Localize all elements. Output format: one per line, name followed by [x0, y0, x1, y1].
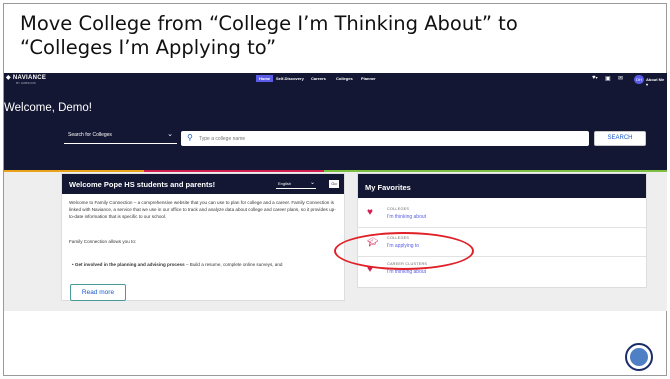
color-strip-pink	[144, 170, 324, 172]
search-icon: ⚲	[187, 133, 193, 142]
favorite-category: COLLEGES	[387, 207, 410, 211]
nav-colleges[interactable]: Colleges	[336, 76, 353, 81]
favorites-card: My Favorites ♥ COLLEGES I'm thinking abo…	[357, 173, 647, 288]
welcome-card-header: Welcome Pope HS students and parents! En…	[62, 174, 344, 194]
chevron-down-icon: ⌄	[309, 180, 315, 186]
welcome-card-title: Welcome Pope HS students and parents!	[69, 180, 216, 189]
slide-nav-button[interactable]	[625, 343, 653, 371]
favorite-status-link[interactable]: I'm thinking about	[387, 214, 426, 220]
favorite-colleges-thinking[interactable]: ♥ COLLEGES I'm thinking about	[358, 200, 646, 228]
slide-title-line-1: Move College from “College I’m Thinking …	[20, 12, 518, 35]
slide-title-line-2: “Colleges I’m Applying to”	[20, 36, 277, 59]
chevron-down-icon: ⌄	[167, 131, 173, 138]
avatar[interactable]: DH	[634, 75, 644, 84]
language-select[interactable]: English ⌄	[276, 180, 316, 189]
slide: Move College from “College I’m Thinking …	[0, 0, 670, 379]
search-input[interactable]	[199, 133, 499, 144]
naviance-screenshot: ◆ NAVIANCE BY HOBSONS Home Self-Discover…	[4, 73, 667, 311]
logo-subtitle: BY HOBSONS	[16, 81, 36, 85]
mail-icon[interactable]: ✉	[618, 75, 623, 82]
highlight-oval	[334, 232, 474, 270]
naviance-logo[interactable]: ◆ NAVIANCE	[6, 74, 46, 81]
welcome-paragraph-2: Family Connection allows you to:	[69, 239, 137, 244]
bullet-rest: – Build a resume, complete online survey…	[184, 262, 283, 267]
nav-planner[interactable]: Planner	[361, 76, 376, 81]
welcome-heading: Welcome, Demo!	[4, 102, 92, 114]
search-scope-select[interactable]: Search for Colleges ⌄	[64, 130, 177, 144]
read-more-button[interactable]: Read more	[70, 284, 126, 301]
heart-icon: ♥	[367, 207, 373, 218]
color-strip-orange	[4, 170, 144, 172]
search-box: ⚲	[181, 131, 589, 146]
favorites-card-header: My Favorites	[358, 174, 646, 198]
favorites-card-title: My Favorites	[365, 183, 411, 192]
welcome-card: Welcome Pope HS students and parents! En…	[61, 173, 345, 301]
bullet-bold: Get involved in the planning and advisin…	[74, 262, 185, 267]
top-navbar: ◆ NAVIANCE BY HOBSONS Home Self-Discover…	[4, 73, 667, 87]
nav-self-discovery[interactable]: Self-Discovery	[276, 76, 304, 81]
language-value: English	[278, 181, 292, 186]
heart-icon[interactable]: ♥▾	[592, 75, 598, 81]
slide-title: Move College from “College I’m Thinking …	[20, 12, 620, 60]
inbox-icon[interactable]: ▣	[605, 75, 611, 82]
nav-home[interactable]: Home	[256, 75, 274, 82]
slide-nav-icon	[630, 348, 648, 366]
color-strip-green	[324, 170, 667, 172]
nav-careers[interactable]: Careers	[311, 76, 326, 81]
welcome-paragraph-1: Welcome to Family Connection – a compreh…	[69, 200, 336, 219]
search-button[interactable]: SEARCH	[594, 131, 646, 146]
hero-banner: Welcome, Demo! Search for Colleges ⌄ ⚲ S…	[4, 86, 667, 171]
search-scope-label: Search for Colleges	[68, 132, 112, 138]
welcome-bullet: • Get involved in the planning and advis…	[72, 262, 283, 267]
language-go-button[interactable]: Go	[329, 180, 339, 188]
